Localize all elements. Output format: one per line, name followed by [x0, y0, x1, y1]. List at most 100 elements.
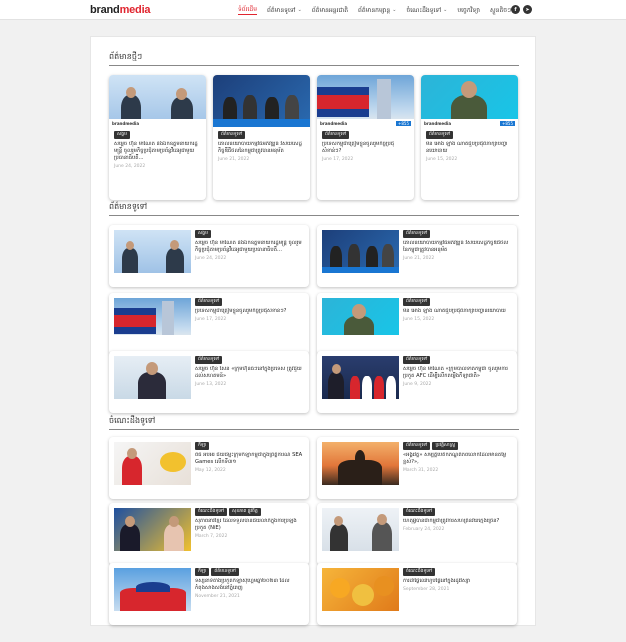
category-tag[interactable]: ព័ត៌មានទូទៅ — [211, 568, 239, 576]
nav-label: ចំណេះដឹងទូទៅ — [406, 6, 442, 14]
category-tag[interactable]: សុខភាព ផ្លូវចិត្ត — [229, 508, 261, 516]
nav-item-entertainment[interactable]: ព័ត៌មានកម្សាន្ត ⌄ — [358, 5, 396, 15]
article-thumbnail: brandmedia +855 — [317, 75, 414, 127]
nav-label: បច្ចេកវិទ្យា — [457, 6, 480, 14]
chevron-down-icon: ⌄ — [297, 7, 302, 13]
article-date: February 24, 2022 — [403, 527, 445, 532]
knowledge-card[interactable]: ចំណេះដឹងទូទៅ ហេតុអ្វីបានជាកម្ពុជាត្រូវកា… — [317, 503, 517, 565]
nav-label: ព័ត៌មានកម្សាន្ត — [358, 6, 391, 14]
article-title[interactable]: ពិធី អបអរ ជ័យជម្នះក្រុមកីឡាកម្ពុជាក្នុងព… — [195, 452, 305, 466]
general-card[interactable]: សង្គម សម្ដេច ហ៊ុន ម៉ាណែត និងឯកឧត្ដមនាយករ… — [109, 225, 309, 287]
category-tag[interactable]: ចំណេះដឹងទូទៅ — [403, 508, 436, 516]
section-title-latest: ព័ត៌មានថ្មីៗ — [109, 51, 519, 66]
latest-card[interactable]: ព័ត៌មានទូទៅ គោលនយោបាយកម្មវិធីអភិវឌ្ឍន៍ វ… — [213, 75, 310, 200]
article-thumbnail: brandmedia +855 — [421, 75, 518, 127]
article-thumbnail — [213, 75, 310, 127]
article-date: March 7, 2022 — [195, 534, 228, 539]
category-tag[interactable]: ព័ត៌មានទូទៅ — [403, 230, 431, 238]
nav-item-knowledge[interactable]: ចំណេះដឹងទូទៅ ⌄ — [406, 5, 447, 15]
site-logo[interactable]: brandmedia — [90, 4, 151, 16]
nav-label: ទំព័រដើម — [238, 6, 258, 13]
article-title[interactable]: គោលនយោបាយកម្មវិធីអភិវឌ្ឍន៍ វិស័យសេដ្ឋកិច… — [403, 240, 513, 254]
article-thumbnail — [114, 568, 191, 611]
article-title[interactable]: ប្រទេសកម្ពុជាត្រៀមខ្លួនចូលរួមកិច្ចប្រជុំ… — [195, 308, 305, 315]
general-card[interactable]: ព័ត៌មានទូទៅ សម្ដេច ហ៊ុន ម៉ាណែត «ក្រុមបាល… — [317, 351, 517, 413]
article-date: September 28, 2021 — [403, 587, 450, 592]
general-card[interactable]: ព័ត៌មានទូទៅ គោលនយោបាយកម្មវិធីអភិវឌ្ឍន៍ វ… — [317, 225, 517, 287]
nav-label: ព័ត៌មានអន្តរជាតិ — [311, 6, 349, 14]
category-tag[interactable]: ចំណេះដឹងទូទៅ — [195, 508, 228, 516]
chevron-down-icon: ⌄ — [392, 7, 397, 13]
article-date: June 21, 2022 — [218, 157, 250, 162]
category-tag[interactable]: ចំណេះដឹងទូទៅ — [403, 568, 436, 576]
nav-item-international[interactable]: ព័ត៌មានអន្តរជាតិ — [312, 5, 348, 15]
knowledge-card[interactable]: ចំណេះដឹងទូទៅ ការដាំផ្លែឈើហូបផ្លែនៅក្នុងរ… — [317, 563, 517, 625]
category-tag[interactable]: ព័ត៌មានទូទៅ — [195, 356, 223, 364]
article-date: June 17, 2022 — [322, 157, 354, 162]
nav-item-general-news[interactable]: ព័ត៌មានទូទៅ ⌄ — [267, 5, 302, 15]
section-title-general: ព័ត៌មានទូទៅ — [109, 201, 519, 216]
article-title[interactable]: សម្ដេច ហ៊ុន ម៉ាណែត និងឯកឧត្ដមនាយករដ្ឋមន្… — [195, 240, 305, 254]
article-title[interactable]: ការដាំផ្លែឈើហូបផ្លែនៅក្នុងរដូវវស្សា — [403, 578, 513, 585]
nav-label: ស្ទួនតិចៗ — [489, 6, 512, 14]
nav-item-technology[interactable]: បច្ចេកវិទ្យា — [457, 5, 480, 15]
article-date: June 15, 2022 — [403, 317, 435, 322]
article-date: June 24, 2022 — [195, 256, 227, 261]
article-thumbnail — [114, 298, 191, 341]
category-tag[interactable]: ព័ត៌មានទូទៅ — [403, 442, 431, 450]
article-date: March 31, 2022 — [403, 468, 439, 473]
article-date: June 9, 2022 — [403, 382, 432, 387]
category-tag[interactable]: ព័ត៌មានទូទៅ — [426, 131, 454, 139]
main-nav: ទំព័រដើម ព័ត៌មានទូទៅ ⌄ ព័ត៌មានអន្តរជាតិ ព… — [238, 5, 517, 15]
category-tag[interactable]: ព័ត៌មានទូទៅ — [322, 131, 350, 139]
telegram-icon[interactable]: ➤ — [523, 5, 532, 14]
article-title[interactable]: ទស្សនាទីតាំងប្រកួតកីឡាស៊ីហ្គេមឆ្នាំ២០២៣ … — [195, 578, 305, 592]
latest-card[interactable]: brandmedia +855 ព័ត៌មានទូទៅ មីន អោង ឡាំង … — [421, 75, 518, 200]
article-title[interactable]: «អង្គរវត្ត» សម្បត្តិបេតិកភណ្ឌពិភពលោកដែលម… — [403, 452, 513, 466]
article-title[interactable]: សម្ដេច ហ៊ុន ម៉ាណែត «ក្រុមបាល់ទាត់កម្ពុជា… — [403, 366, 513, 380]
article-title[interactable]: មីន អោង ឡាំង ណាត់ជួបប្រជុំពិភាក្សាបញ្ហាន… — [403, 308, 513, 315]
nav-label: ព័ត៌មានទូទៅ — [267, 6, 296, 14]
knowledge-card[interactable]: ចំណេះដឹងទូទៅ សុខភាព ផ្លូវចិត្ត សុភាពនារី… — [109, 503, 309, 565]
article-date: May 12, 2022 — [195, 468, 226, 473]
chevron-down-icon: ⌄ — [443, 7, 448, 13]
article-title[interactable]: ប្រទេសកម្ពុជាត្រៀមខ្លួនចូលរួមកិច្ចប្រជុំ… — [322, 141, 409, 155]
category-tag[interactable]: ព័ត៌មានទូទៅ — [195, 298, 223, 306]
category-tag[interactable]: កីឡា — [195, 442, 210, 450]
knowledge-card[interactable]: កីឡា ព័ត៌មានទូទៅ ទស្សនាទីតាំងប្រកួតកីឡាស… — [109, 563, 309, 625]
social-links: f ➤ — [511, 5, 532, 14]
facebook-icon[interactable]: f — [511, 5, 520, 14]
main-content: ព័ត៌មានថ្មីៗ brandmedia សង្គម សម្ដេច ហ៊ុ… — [90, 36, 536, 626]
category-tag[interactable]: ព័ត៌មានទូទៅ — [218, 131, 246, 139]
article-thumbnail — [114, 508, 191, 551]
category-tag[interactable]: សង្គម — [195, 230, 211, 238]
article-date: June 15, 2022 — [426, 157, 458, 162]
article-date: November 21, 2021 — [195, 594, 240, 599]
article-title[interactable]: គោលនយោបាយកម្មវិធីអភិវឌ្ឍន៍ វិស័យសេដ្ឋកិច… — [218, 141, 305, 155]
latest-card[interactable]: brandmedia +855 ព័ត៌មានទូទៅ ប្រទេសកម្ពុជា… — [317, 75, 414, 200]
general-card[interactable]: ព័ត៌មានទូទៅ មីន អោង ឡាំង ណាត់ជួបប្រជុំពិ… — [317, 293, 517, 355]
knowledge-card[interactable]: កីឡា ពិធី អបអរ ជ័យជម្នះក្រុមកីឡាកម្ពុជាក… — [109, 437, 309, 499]
article-title[interactable]: សម្ដេច ហ៊ុន ម៉ាណែត និងឯកឧត្ដមនាយករដ្ឋមន្… — [114, 141, 201, 162]
article-thumbnail — [114, 442, 191, 485]
general-card[interactable]: ព័ត៌មានទូទៅ សម្ដេច ហ៊ុន សែន «ក្រុមហ៊ុនធំ… — [109, 351, 309, 413]
site-header: brandmedia ទំព័រដើម ព័ត៌មានទូទៅ ⌄ ព័ត៌មាន… — [0, 0, 626, 20]
category-tag[interactable]: កីឡា — [195, 568, 210, 576]
category-tag[interactable]: សង្គម — [114, 131, 130, 139]
article-date: June 24, 2022 — [114, 164, 146, 169]
category-tag[interactable]: ប្រវត្តិសាស្ត្រ — [432, 442, 459, 450]
section-title-knowledge: ចំណេះដឹងទូទៅ — [109, 415, 519, 430]
category-tag[interactable]: ព័ត៌មានទូទៅ — [403, 298, 431, 306]
knowledge-card[interactable]: ព័ត៌មានទូទៅ ប្រវត្តិសាស្ត្រ «អង្គរវត្ត» … — [317, 437, 517, 499]
article-thumbnail — [322, 230, 399, 273]
article-title[interactable]: ហេតុអ្វីបានជាកម្ពុជាត្រូវការសហគ្រិនវ័យក្… — [403, 518, 513, 525]
article-thumbnail — [322, 298, 399, 341]
general-card[interactable]: ព័ត៌មានទូទៅ ប្រទេសកម្ពុជាត្រៀមខ្លួនចូលរួ… — [109, 293, 309, 355]
article-title[interactable]: សុភាពនារីខ្មែរ ដែលទទួលបានជ័យលាភីក្នុងការ… — [195, 518, 305, 532]
nav-item-home[interactable]: ទំព័រដើម — [238, 5, 258, 15]
category-tag[interactable]: ព័ត៌មានទូទៅ — [403, 356, 431, 364]
article-thumbnail — [322, 356, 399, 399]
article-title[interactable]: សម្ដេច ហ៊ុន សែន «ក្រុមហ៊ុនធំៗនៅក្នុងប្រទ… — [195, 366, 305, 380]
article-title[interactable]: មីន អោង ឡាំង ណាត់ជួបប្រជុំពិភាក្សាបញ្ហាន… — [426, 141, 513, 155]
latest-card[interactable]: brandmedia សង្គម សម្ដេច ហ៊ុន ម៉ាណែត និងឯ… — [109, 75, 206, 200]
